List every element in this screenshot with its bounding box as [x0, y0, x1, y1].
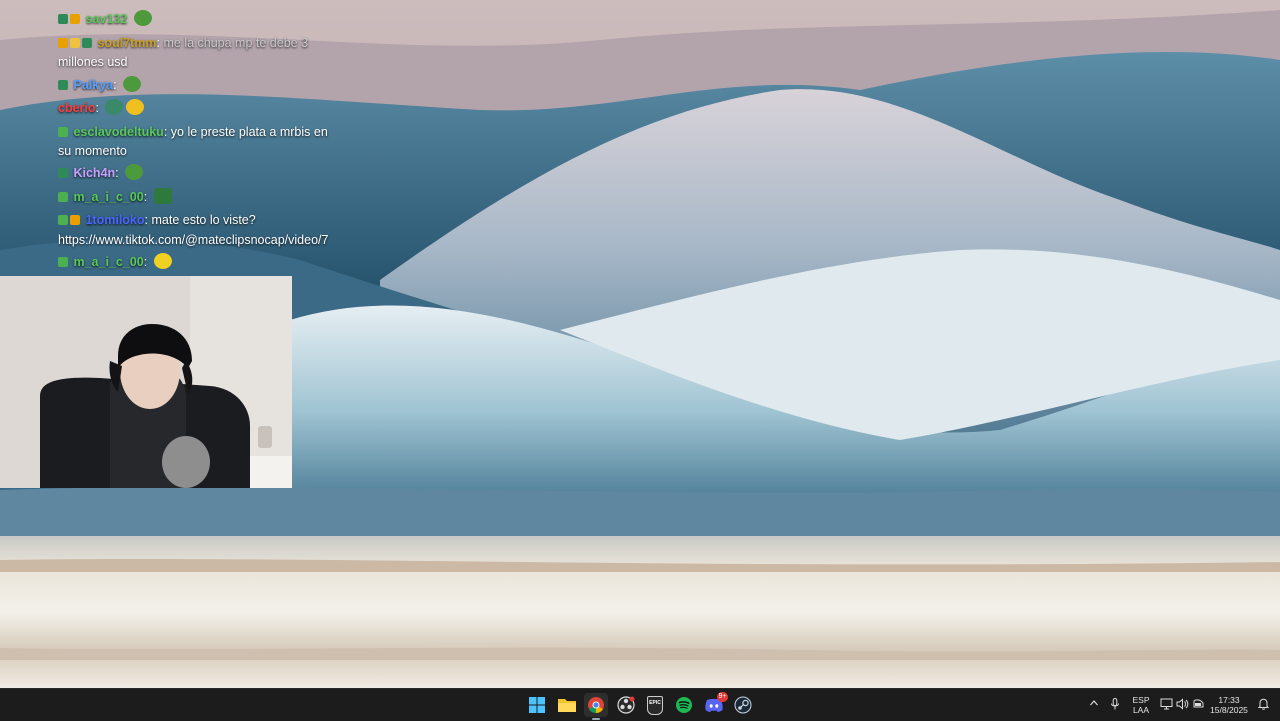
spotify-button[interactable] [672, 693, 696, 717]
chat-text: su momento [58, 144, 127, 158]
notifications-bell-icon[interactable] [1256, 698, 1270, 712]
chat-message: 1tomiloko: mate esto lo viste? [58, 211, 256, 229]
chat-message: sav132 [58, 10, 152, 28]
steam-button[interactable] [731, 693, 755, 717]
network-icon[interactable] [1159, 698, 1173, 712]
chat-username[interactable]: m_a_i_c_00 [73, 190, 143, 204]
file-explorer-button[interactable] [555, 693, 579, 717]
language-indicator[interactable]: ESP LAA [1128, 695, 1154, 715]
subscriber-badge-icon [58, 215, 68, 225]
chat-username[interactable]: esclavodeltuku [73, 125, 163, 139]
chat-text: mate esto lo viste? [151, 213, 256, 227]
chat-username[interactable]: Kich4n [73, 166, 115, 180]
emote-icon [105, 99, 124, 115]
subscriber-badge-icon [58, 257, 68, 267]
chat-separator: : [143, 190, 151, 204]
start-button[interactable] [525, 693, 549, 717]
pepe-emote-icon [133, 10, 152, 26]
chat-link[interactable]: https://www.tiktok.com/@mateclipsnocap/v… [58, 233, 328, 247]
chat-username[interactable]: sav132 [85, 12, 127, 26]
chat-separator: : [143, 255, 151, 269]
clock-time: 17:33 [1218, 695, 1240, 705]
subscriber-badge-icon [58, 127, 68, 137]
gift-badge-icon [58, 38, 68, 48]
chat-username[interactable]: m_a_i_c_00 [73, 255, 143, 269]
microphone-icon[interactable] [1108, 698, 1122, 712]
emote-icon [153, 253, 172, 269]
chat-separator: : [113, 78, 121, 92]
chat-message-continued: su momento [58, 142, 127, 160]
windows-logo-icon [529, 697, 545, 713]
chat-text: yo le preste plata a mrbis en [170, 125, 328, 139]
clock-date: 15/8/2025 [1210, 705, 1248, 715]
chat-message: m_a_i_c_00: [58, 253, 172, 271]
chat-message: soul7tmm: me la chupa mp te debe 3 [58, 34, 308, 52]
clock[interactable]: 17:33 15/8/2025 [1206, 695, 1252, 715]
chat-username[interactable]: soul7tmm [97, 36, 156, 50]
epic-games-button[interactable]: EPIC [643, 693, 667, 717]
battery-icon[interactable] [1191, 698, 1205, 712]
chat-username[interactable]: Palkya [73, 78, 113, 92]
chat-message: Palkya: [58, 76, 142, 94]
chat-text: millones usd [58, 55, 128, 69]
epic-games-icon: EPIC [647, 695, 663, 715]
chat-message-continued: millones usd [58, 53, 127, 71]
subscriber-badge-icon [58, 14, 68, 24]
pepe-emote-icon [125, 164, 144, 180]
obs-icon [617, 696, 635, 714]
subscriber-badge-icon [58, 80, 68, 90]
chat-separator: : [95, 101, 103, 115]
volume-icon[interactable] [1175, 698, 1189, 712]
webcam-overlay [0, 276, 292, 488]
emote-icon [126, 99, 145, 115]
chat-message: m_a_i_c_00: [58, 188, 172, 206]
subscriber-badge-icon [58, 192, 68, 202]
spotify-icon [676, 697, 692, 713]
subscriber-badge-icon [58, 168, 68, 178]
chat-message: esclavodeltuku: yo le preste plata a mrb… [58, 123, 328, 141]
show-hidden-icons-chevron-icon[interactable] [1087, 698, 1101, 712]
language-code: ESP [1132, 695, 1150, 705]
chat-username[interactable]: cberio [58, 101, 96, 115]
webcam-feed [0, 276, 292, 488]
chat-separator: : [115, 166, 123, 180]
chat-message: Kich4n: [58, 164, 144, 182]
vip-badge-icon [70, 14, 80, 24]
chrome-icon [588, 697, 604, 714]
cheer-badge-icon [70, 38, 80, 48]
steam-icon [734, 696, 752, 714]
chat-text: me la chupa mp te debe 3 [163, 36, 309, 50]
keyboard-layout-code: LAA [1132, 705, 1150, 715]
folder-icon [558, 699, 576, 712]
vip-badge-icon [70, 215, 80, 225]
chat-separator: : [163, 125, 171, 139]
windows-taskbar: EPIC 9+ ESP LAA 17:33 15/8/2025 [0, 688, 1280, 721]
chat-message-continued: https://www.tiktok.com/@mateclipsnocap/v… [58, 231, 330, 249]
chat-username[interactable]: 1tomiloko [85, 213, 144, 227]
notification-badge: 9+ [717, 692, 728, 702]
chat-message: cberio: [58, 99, 145, 117]
chrome-button[interactable] [584, 693, 608, 720]
obs-button[interactable] [614, 693, 638, 717]
discord-button[interactable]: 9+ [702, 692, 728, 717]
pepe-emote-icon [123, 76, 142, 92]
emote-icon [153, 188, 172, 204]
subscriber-badge-icon [82, 38, 92, 48]
